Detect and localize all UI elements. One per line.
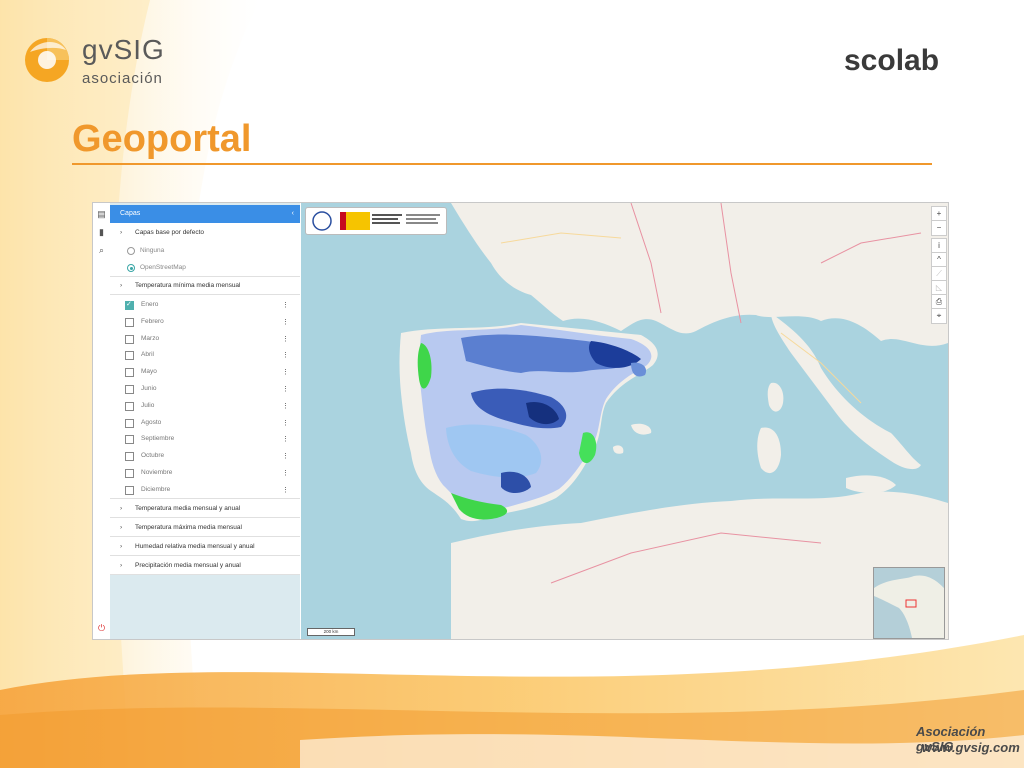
checkbox[interactable]: [125, 418, 134, 428]
chevron-right-icon: ›: [120, 505, 123, 512]
group-label: Temperatura máxima media mensual: [135, 524, 242, 531]
checkbox[interactable]: [125, 452, 134, 462]
layer-options-icon[interactable]: ⋮: [282, 301, 289, 309]
checkbox[interactable]: [125, 485, 134, 495]
radio-button[interactable]: [127, 247, 135, 255]
layer-label: Diciembre: [141, 485, 171, 493]
chevron-right-icon: ›: [120, 562, 123, 569]
layers-icon[interactable]: ▤: [96, 209, 107, 220]
scale-bar: 200 km: [307, 628, 355, 636]
group-label: Capas base por defecto: [135, 229, 205, 236]
geoportal-screenshot: ▤ ▮ ⌕ ⏻ Capas ‹ › Capas base por defecto…: [92, 202, 949, 640]
layer-options-icon[interactable]: ⋮: [282, 385, 289, 393]
divider: [110, 517, 300, 518]
checkbox[interactable]: [125, 435, 134, 445]
group-label: Precipitación media mensual y anual: [135, 562, 241, 569]
footer-website[interactable]: www.gvsig.com: [922, 740, 1020, 755]
layer-label: Septiembre: [141, 435, 175, 443]
layer-label: Febrero: [141, 317, 164, 325]
divider: [110, 498, 300, 499]
ministry-logo-icon: [312, 211, 440, 231]
map-view[interactable]: + − i ^ ⟋ ◺ ⎙ ⌖ 200 km: [301, 203, 948, 639]
layer-options-icon[interactable]: ⋮: [282, 469, 289, 477]
checkbox[interactable]: [125, 469, 134, 478]
overview-map-canvas: [874, 568, 944, 638]
layer-label: Noviembre: [141, 469, 173, 476]
layer-options-icon[interactable]: ⋮: [282, 435, 289, 443]
power-icon[interactable]: ⏻: [96, 623, 107, 634]
divider: [110, 536, 300, 537]
checkbox[interactable]: [125, 317, 134, 327]
map-canvas: [301, 203, 948, 639]
scolab-logo: scolab: [844, 44, 940, 77]
layers-list: › Capas base por defecto Ninguna OpenStr…: [110, 223, 300, 575]
layer-options-icon[interactable]: ⋮: [282, 351, 289, 359]
chevron-right-icon: ›: [120, 524, 123, 531]
layer-label: Junio: [141, 385, 157, 392]
overview-minimap[interactable]: [873, 567, 945, 639]
slide-title: Geoportal: [72, 118, 252, 160]
layer-label: Julio: [141, 401, 155, 409]
divider: [110, 574, 300, 575]
layer-label: Marzo: [141, 334, 160, 342]
gvsig-logo-text: gvSIG: [82, 34, 165, 65]
checkbox[interactable]: [125, 351, 134, 361]
layers-panel-header: Capas ‹: [110, 205, 300, 223]
option-label: OpenStreetMap: [140, 264, 186, 271]
layer-label: Mayo: [141, 368, 157, 376]
chevron-right-icon: ›: [120, 282, 123, 289]
layer-label: Enero: [141, 301, 159, 308]
chevron-right-icon: ›: [120, 543, 123, 550]
layer-label: Agosto: [141, 418, 162, 426]
zoom-out-button[interactable]: −: [931, 220, 947, 236]
divider: [110, 276, 300, 277]
location-pin-icon[interactable]: ⌖: [931, 308, 947, 324]
layer-options-icon[interactable]: ⋮: [282, 318, 289, 326]
checkbox[interactable]: [125, 334, 134, 344]
search-icon[interactable]: ⌕: [96, 245, 107, 256]
checkbox[interactable]: [125, 401, 134, 411]
layer-options-icon[interactable]: ⋮: [282, 368, 289, 376]
collapse-panel-icon[interactable]: ‹: [292, 205, 294, 223]
checkbox-checked[interactable]: [125, 300, 134, 310]
layers-panel-title: Capas: [120, 210, 141, 217]
group-label: Humedad relativa media mensual y anual: [135, 543, 255, 550]
divider: [110, 294, 300, 295]
radio-button-selected[interactable]: [127, 264, 135, 272]
gvsig-sun-icon: [25, 38, 69, 82]
icon-rail: ▤ ▮ ⌕ ⏻: [93, 203, 111, 639]
checkbox[interactable]: [125, 385, 134, 394]
layer-label: Octubre: [141, 452, 165, 460]
checkbox[interactable]: [125, 368, 134, 378]
document-icon[interactable]: ▮: [96, 227, 107, 238]
option-label: Ninguna: [140, 247, 165, 254]
layer-options-icon[interactable]: ⋮: [282, 402, 289, 410]
layer-options-icon[interactable]: ⋮: [282, 335, 289, 343]
layer-label: Abril: [141, 351, 155, 359]
layer-options-icon[interactable]: ⋮: [282, 486, 289, 494]
layer-options-icon[interactable]: ⋮: [282, 452, 289, 460]
gvsig-logo: gvSIG asociación: [20, 30, 170, 94]
gvsig-logo-subtext: asociación: [82, 70, 163, 87]
title-rule: [72, 163, 932, 165]
chevron-right-icon: ›: [120, 229, 123, 236]
layers-panel: Capas ‹ › Capas base por defecto Ninguna…: [110, 203, 300, 639]
group-label: Temperatura media mensual y anual: [135, 505, 241, 512]
layer-options-icon[interactable]: ⋮: [282, 419, 289, 427]
institution-logos: [305, 207, 447, 235]
group-label: Temperatura mínima media mensual: [135, 282, 241, 289]
divider: [110, 555, 300, 556]
